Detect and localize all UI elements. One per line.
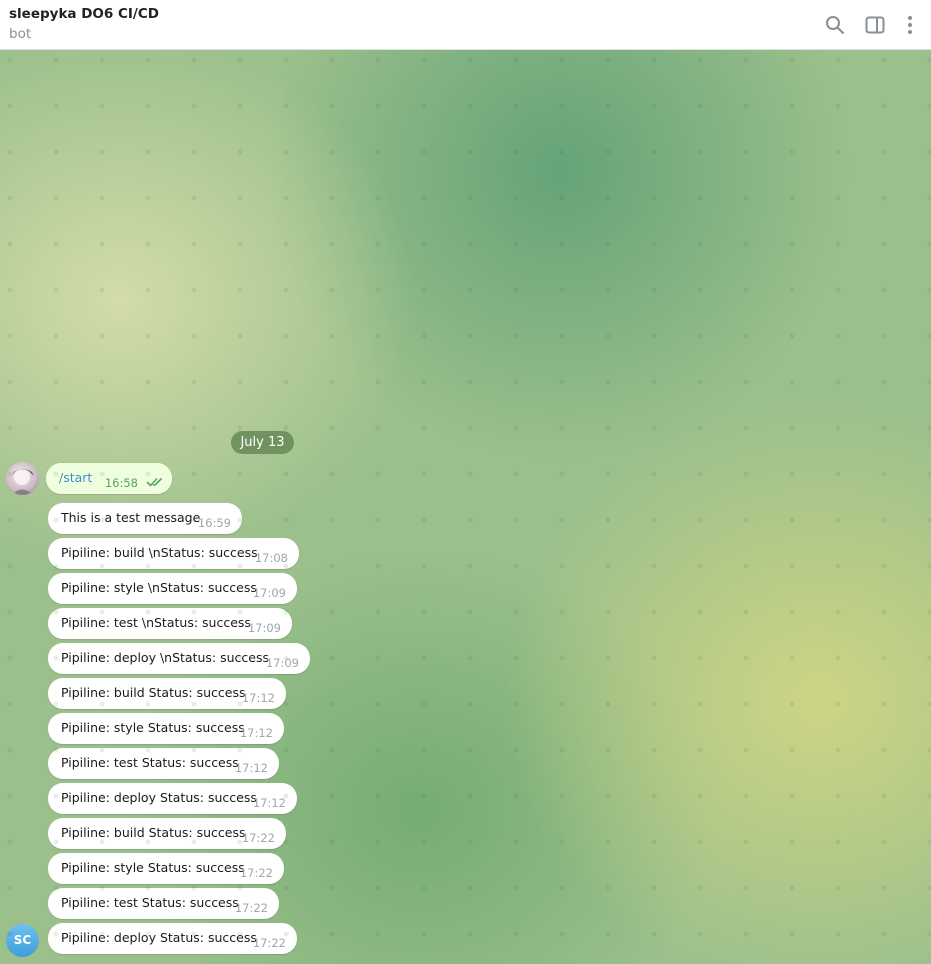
chat-title[interactable]: sleepyka DO6 CI/CD [9, 6, 159, 22]
sidebar-toggle-icon[interactable] [863, 13, 887, 37]
chat-background: July 13 /start 16:58 This is a test mess… [0, 50, 931, 964]
message-text: Pipiline: style Status: success [61, 720, 245, 735]
message-time: 17:22 [252, 936, 286, 950]
user-avatar[interactable] [6, 462, 39, 495]
message-time: 17:12 [252, 796, 286, 810]
message-time: 17:12 [241, 691, 275, 705]
message-text: Pipiline: style Status: success [61, 860, 245, 875]
message-time: 17:12 [239, 726, 273, 740]
message-time: 17:22 [241, 831, 275, 845]
incoming-message[interactable]: Pipiline: style \nStatus: success 17:09 [48, 573, 297, 604]
chat-subtitle: bot [9, 26, 32, 42]
message-text: Pipiline: style \nStatus: success [61, 580, 257, 595]
message-text: Pipiline: build Status: success [61, 685, 246, 700]
double-check-icon [146, 476, 164, 488]
date-separator: July 13 [231, 431, 294, 454]
message-text: Pipiline: test \nStatus: success [61, 615, 251, 630]
message-time: 17:08 [254, 551, 288, 565]
incoming-message[interactable]: This is a test message 16:59 [48, 503, 242, 534]
message-time: 17:09 [247, 621, 281, 635]
incoming-message[interactable]: Pipiline: test \nStatus: success 17:09 [48, 608, 292, 639]
message-text: Pipiline: deploy Status: success [61, 930, 257, 945]
message-text: Pipiline: build \nStatus: success [61, 545, 258, 560]
message-time: 16:58 [104, 476, 138, 490]
search-icon[interactable] [823, 13, 847, 37]
incoming-message[interactable]: Pipiline: test Status: success 17:22 [48, 888, 279, 919]
message-time: 17:12 [234, 761, 268, 775]
incoming-message[interactable]: Pipiline: style Status: success 17:22 [48, 853, 284, 884]
incoming-message[interactable]: Pipiline: style Status: success 17:12 [48, 713, 284, 744]
message-time: 16:59 [197, 516, 231, 530]
message-time: 17:22 [239, 866, 273, 880]
message-text: Pipiline: test Status: success [61, 755, 239, 770]
outgoing-message[interactable]: /start 16:58 [46, 463, 172, 494]
message-time: 17:22 [234, 901, 268, 915]
message-text: Pipiline: deploy \nStatus: success [61, 650, 269, 665]
message-text: Pipiline: test Status: success [61, 895, 239, 910]
incoming-message[interactable]: Pipiline: build Status: success 17:22 [48, 818, 286, 849]
message-time: 17:09 [265, 656, 299, 670]
incoming-message[interactable]: Pipiline: deploy \nStatus: success 17:09 [48, 643, 310, 674]
incoming-message[interactable]: Pipiline: deploy Status: success 17:12 [48, 783, 297, 814]
incoming-message[interactable]: Pipiline: build Status: success 17:12 [48, 678, 286, 709]
bot-avatar[interactable]: SC [6, 924, 39, 957]
message-text: Pipiline: deploy Status: success [61, 790, 257, 805]
message-time: 17:09 [252, 586, 286, 600]
incoming-message[interactable]: Pipiline: build \nStatus: success 17:08 [48, 538, 299, 569]
more-vert-icon[interactable] [898, 13, 922, 37]
message-text[interactable]: /start [59, 470, 92, 485]
message-text: Pipiline: build Status: success [61, 825, 246, 840]
incoming-message[interactable]: Pipiline: test Status: success 17:12 [48, 748, 279, 779]
message-text: This is a test message [61, 510, 201, 525]
chat-header: sleepyka DO6 CI/CD bot [0, 0, 931, 50]
incoming-message[interactable]: Pipiline: deploy Status: success 17:22 [48, 923, 297, 954]
